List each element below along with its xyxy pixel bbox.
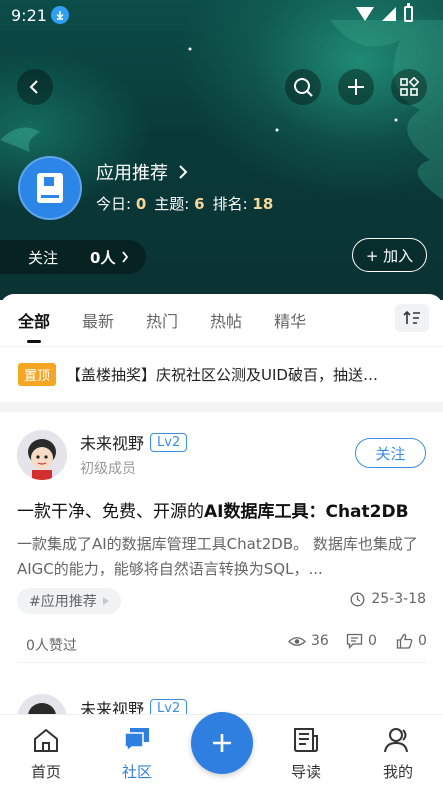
more-menu-button[interactable] (391, 69, 427, 105)
chevron-right-icon (179, 165, 188, 179)
forum-icon (18, 156, 82, 220)
tab-trending[interactable]: 热帖 (210, 308, 242, 332)
post-excerpt: 一款集成了AI的数据库管理工具Chat2DB。 数据库也集成了AIGC的能力，能… (17, 535, 418, 578)
post-title-prefix: 一款干净、免费、开源的 (17, 502, 204, 522)
chevron-right-icon (122, 251, 129, 263)
status-bar: 9:21 (0, 0, 443, 32)
clock-icon (350, 592, 365, 606)
author-role: 初级成员 (80, 461, 136, 477)
user-icon (384, 728, 408, 753)
divider (0, 402, 443, 412)
today-label: 今日: (96, 195, 132, 213)
add-post-button[interactable] (338, 69, 374, 105)
follow-author-button[interactable]: 关注 (355, 438, 426, 468)
chevron-left-icon (29, 80, 38, 94)
post-card[interactable]: 未来视野 Lv2 初级成员 关注 一款干净、免费、开源的AI数据库工具：Chat… (0, 412, 443, 663)
tab-featured[interactable]: 精华 (274, 308, 306, 332)
author-name-text: 未来视野 (80, 434, 145, 453)
topics-label: 主题: (154, 195, 190, 213)
bottom-nav: 首页 社区 导读 我的 (0, 712, 443, 788)
likes-count: 0 (418, 633, 427, 649)
tab-bar: 全部 最新 热门 热帖 精华 (0, 294, 443, 346)
avatar[interactable] (17, 430, 67, 480)
post-tag[interactable]: #应用推荐 (17, 588, 121, 614)
newspaper-icon (294, 728, 318, 752)
likes-summary: 0人赞过 (26, 638, 77, 654)
level-badge: Lv2 (150, 432, 188, 452)
search-icon (294, 78, 313, 97)
nav-community-label: 社区 (121, 763, 152, 781)
tab-all[interactable]: 全部 (18, 308, 50, 343)
tab-hot[interactable]: 热门 (146, 308, 178, 332)
sort-icon (403, 310, 420, 324)
battery-icon (404, 3, 413, 22)
forum-title[interactable]: 应用推荐 (96, 159, 188, 185)
forum-name: 应用推荐 (96, 163, 168, 184)
content-panel: 全部 最新 热门 热帖 精华 置顶 【盖楼抽奖】庆祝社区公测及UID破百，抽送… (0, 294, 443, 663)
book-icon (37, 173, 63, 203)
rank-value: 18 (252, 195, 274, 213)
views-stat: 36 (288, 633, 329, 649)
comments-count: 0 (368, 633, 377, 649)
download-icon (51, 6, 69, 24)
status-time: 9:21 (11, 6, 47, 25)
nav-mine-label: 我的 (382, 763, 413, 781)
nav-guide-label: 导读 (290, 763, 321, 781)
forum-stats: 今日: 0 主题: 6 排名: 18 (96, 193, 273, 214)
grid-icon (400, 77, 419, 96)
nav-guide[interactable]: 导读 (276, 725, 336, 782)
nav-home[interactable]: 首页 (16, 725, 76, 782)
join-button[interactable]: + 加入 (352, 238, 427, 272)
create-post-button[interactable] (191, 712, 253, 774)
home-icon (34, 728, 58, 752)
nav-mine[interactable]: 我的 (368, 725, 428, 782)
wifi-icon (356, 7, 374, 21)
plus-icon (348, 79, 364, 95)
comment-icon (346, 633, 363, 649)
post-date-text: 25-3-18 (371, 591, 426, 607)
author-name[interactable]: 未来视野 Lv2 (80, 430, 188, 454)
nav-community[interactable]: 社区 (107, 725, 167, 782)
comments-button[interactable]: 0 (346, 633, 377, 649)
followers-label: 关注 (28, 248, 59, 267)
pinned-post[interactable]: 置顶 【盖楼抽奖】庆祝社区公测及UID破百，抽送… (0, 346, 443, 402)
views-count: 36 (311, 633, 329, 649)
tab-latest[interactable]: 最新 (82, 308, 114, 332)
eye-icon (288, 636, 306, 646)
rank-label: 排名: (212, 195, 248, 213)
post-date: 25-3-18 (350, 591, 426, 607)
like-button[interactable]: 0 (396, 633, 427, 649)
sort-button[interactable] (395, 304, 429, 332)
post-title[interactable]: 一款干净、免费、开源的AI数据库工具：Chat2DB (17, 497, 426, 522)
chat-bubbles-icon (124, 728, 149, 753)
back-button[interactable] (17, 69, 53, 105)
nav-home-label: 首页 (30, 763, 61, 781)
post-title-bold: AI数据库工具：Chat2DB (204, 502, 409, 522)
thumbs-up-icon (396, 633, 413, 649)
pinned-title: 【盖楼抽奖】庆祝社区公测及UID破百，抽送… (66, 366, 378, 384)
topics-count: 6 (194, 195, 205, 213)
cell-signal-icon (382, 7, 396, 21)
followers-pill[interactable]: 关注 0人 (0, 240, 146, 274)
followers-count: 0人 (90, 248, 116, 267)
pinned-badge: 置顶 (18, 363, 57, 386)
search-button[interactable] (285, 69, 321, 105)
today-count: 0 (135, 195, 147, 213)
forum-header: 9:21 应用推荐 今日: 0 主题: 6 排名: 18 关注 0人 + 加入 (0, 0, 443, 300)
plus-icon (213, 734, 231, 752)
